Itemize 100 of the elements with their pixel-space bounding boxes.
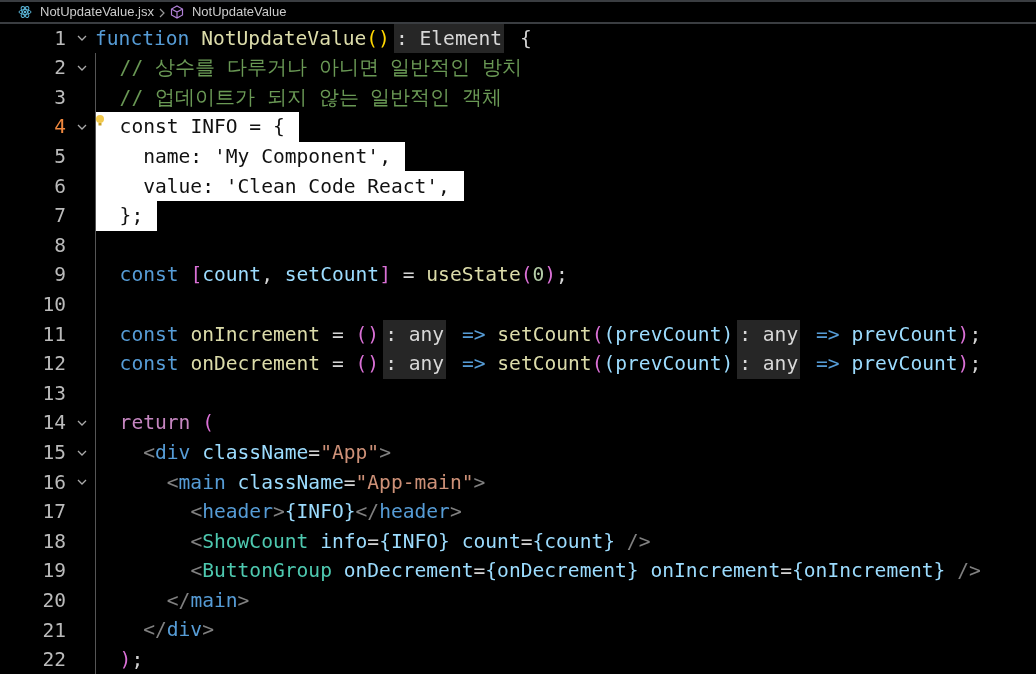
chevron-down-icon[interactable] [77, 64, 87, 71]
tag-name: header [202, 499, 273, 526]
tag-bracket: > [379, 439, 391, 466]
code-text: name: [143, 143, 203, 170]
line-number: 8 [53, 232, 66, 259]
chevron-down-icon[interactable] [77, 35, 87, 42]
line-number: 19 [41, 558, 66, 585]
line-number: 6 [53, 173, 66, 200]
string-literal: 'My Component' [213, 143, 380, 170]
line-number: 1 [53, 25, 66, 52]
bracket: ) [957, 351, 970, 378]
component-name: ButtonGroup [202, 558, 332, 585]
component-name: ShowCount [202, 528, 309, 555]
chevron-down-icon[interactable] [77, 124, 87, 131]
code-text: { [519, 25, 532, 52]
code-text: = [331, 351, 344, 378]
lightbulb-icon[interactable] [95, 114, 105, 127]
variable-name: {INFO} [379, 528, 450, 555]
breadcrumb-item[interactable]: NotUpdateValue [191, 2, 287, 22]
attribute-name: className [237, 469, 344, 496]
code-text: = [367, 528, 380, 555]
variable-name: {INFO} [284, 499, 356, 526]
line-number: 17 [41, 499, 66, 526]
variable-name: {count} [532, 528, 616, 555]
keyword: const [119, 262, 179, 289]
code-text: value: [143, 173, 214, 200]
bracket: [ [190, 262, 203, 289]
keyword: const [119, 114, 179, 141]
code-text: ; [969, 351, 982, 378]
code-text: = [520, 528, 533, 555]
tag-bracket: > [449, 499, 462, 526]
chevron-down-icon[interactable] [77, 449, 87, 456]
code-text: = [402, 262, 415, 289]
function-name: NotUpdateValue [201, 25, 367, 52]
line-number: 3 [53, 84, 66, 111]
bracket: ) [957, 321, 970, 348]
code-text: INFO = { [190, 114, 285, 141]
bracket: () [366, 25, 390, 52]
type-hint: : any [383, 349, 447, 379]
tag-bracket: > [202, 617, 214, 644]
attribute-name: count [461, 528, 521, 555]
code-text: = [473, 558, 486, 585]
number-literal: 0 [532, 262, 545, 289]
tag-bracket: < [143, 439, 155, 466]
code-text: = [308, 439, 321, 466]
breadcrumb-item[interactable]: NotUpdateValue.jsx [40, 2, 154, 22]
tag-name: div [155, 439, 191, 466]
keyword: => [816, 351, 840, 378]
line-number: 14 [41, 410, 66, 437]
bracket: ( [591, 351, 604, 378]
variable-name: (prevCount) [603, 321, 734, 348]
variable-name: prevCount [851, 351, 958, 378]
keyword: function [95, 25, 190, 52]
bracket: ( [202, 410, 214, 437]
tag-name: main [190, 587, 238, 614]
tag-bracket: /> [957, 558, 981, 585]
variable-name: count [202, 262, 262, 289]
code-text: }; [119, 203, 144, 230]
tag-bracket: > [237, 587, 250, 614]
line-number: 11 [41, 321, 66, 348]
function-name: onIncrement [190, 321, 321, 348]
function-name: onDecrement [190, 351, 321, 378]
tag-bracket: /> [626, 528, 651, 555]
code-text: = [331, 321, 344, 348]
function-name: setCount [497, 321, 592, 348]
line-number: 16 [41, 469, 66, 496]
tag-bracket: > [473, 469, 486, 496]
keyword: const [119, 351, 179, 378]
bracket: ( [591, 321, 604, 348]
function-name: setCount [497, 351, 592, 378]
code-text: , [438, 173, 450, 200]
keyword: => [461, 321, 486, 348]
code-text: ; [556, 262, 568, 289]
bracket: () [355, 321, 380, 348]
bracket: () [355, 351, 380, 378]
line-number: 2 [53, 55, 66, 82]
string-literal: 'Clean Code React' [225, 173, 439, 200]
bracket: ) [544, 262, 557, 289]
variable-name: (prevCount) [603, 351, 734, 378]
tag-bracket: < [190, 499, 203, 526]
atom-icon [18, 4, 32, 19]
variable-name: {onDecrement} [485, 558, 639, 585]
line-number: 15 [41, 440, 66, 466]
variable-name: prevCount [851, 321, 958, 348]
line-number: 22 [41, 647, 66, 674]
tag-bracket: </ [166, 587, 191, 614]
line-number: 21 [41, 617, 66, 644]
tag-bracket: < [166, 469, 179, 496]
chevron-right-icon [157, 7, 166, 18]
code-text: , [261, 262, 273, 289]
keyword: => [461, 351, 486, 378]
bracket: ( [520, 262, 533, 289]
string-literal: "App-main" [355, 469, 474, 496]
string-literal: "App" [320, 439, 380, 466]
variable-name: {onIncrement} [792, 558, 946, 585]
chevron-down-icon[interactable] [77, 479, 87, 486]
chevron-down-icon[interactable] [77, 420, 87, 426]
line-number: 5 [53, 144, 66, 171]
keyword: return [119, 410, 191, 437]
attribute-name: onIncrement [650, 558, 781, 585]
